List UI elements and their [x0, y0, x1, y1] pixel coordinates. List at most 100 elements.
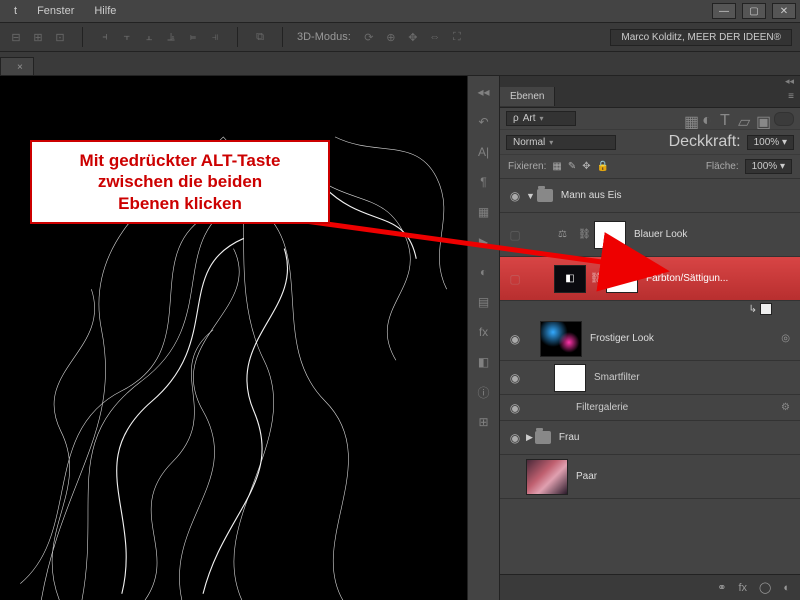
- visibility-toggle[interactable]: ◉: [504, 401, 526, 415]
- layers-panel: ◂◂ Ebenen ≡ ρArt▾ ▦ ◐ T ▱ ▣ Normal▾ Deck…: [500, 76, 800, 600]
- filter-name[interactable]: Filtergalerie: [576, 402, 628, 413]
- visibility-toggle[interactable]: ▢: [504, 228, 526, 242]
- play-icon[interactable]: ▶: [474, 232, 494, 252]
- layer-mask-thumb[interactable]: [606, 265, 638, 293]
- lock-transparency-icon[interactable]: ▦: [552, 161, 561, 172]
- layer-name[interactable]: Blauer Look: [634, 229, 687, 240]
- filter-pixel-icon[interactable]: ▦: [684, 112, 698, 126]
- window-minimize[interactable]: —: [712, 3, 736, 19]
- panel-tab-layers[interactable]: Ebenen: [500, 87, 555, 106]
- adjustment-thumb[interactable]: ◧: [554, 265, 586, 293]
- history-icon[interactable]: ↶: [474, 112, 494, 132]
- align-icon[interactable]: ⊞: [30, 29, 46, 45]
- blend-mode-select[interactable]: Normal▾: [506, 135, 616, 150]
- collapse-arrows-icon[interactable]: ◂◂: [474, 82, 494, 102]
- visibility-toggle[interactable]: ◉: [504, 371, 526, 385]
- layer-item[interactable]: Paar: [500, 455, 800, 499]
- filter-shape-icon[interactable]: ▱: [738, 112, 752, 126]
- disclosure-triangle-icon[interactable]: ▼: [526, 191, 535, 201]
- clip-arrow-icon: ↳: [749, 304, 757, 315]
- distribute-icon[interactable]: ⫟: [119, 29, 135, 45]
- 3d-icon[interactable]: ⧉: [252, 29, 268, 45]
- lock-label: Fixieren:: [508, 161, 546, 172]
- annotation-callout: Mit gedrückter ALT-Taste zwischen die be…: [30, 140, 330, 224]
- smartfilter-label: Smartfilter: [594, 372, 640, 383]
- 3d-pan-icon[interactable]: ✥: [405, 29, 421, 45]
- filter-smart-icon[interactable]: ▣: [756, 112, 770, 126]
- layer-item[interactable]: ▢ ⚖ ⛓ Blauer Look: [500, 213, 800, 257]
- distribute-icon[interactable]: ⫢: [185, 29, 201, 45]
- visibility-toggle[interactable]: ◉: [504, 431, 526, 445]
- layer-mask-thumb[interactable]: [594, 221, 626, 249]
- options-bar: ⊟ ⊞ ⊡ ⫞ ⫟ ⫠ ⫡ ⫢ ⫣ ⧉ 3D-Modus: ⟳ ⊕ ✥ ⇔ ⛶ …: [0, 22, 800, 52]
- visibility-toggle[interactable]: ▢: [504, 272, 526, 286]
- paragraph-icon[interactable]: ¶: [474, 172, 494, 192]
- layer-name[interactable]: Frostiger Look: [590, 333, 654, 344]
- filter-options-icon[interactable]: ⚙: [781, 402, 790, 413]
- layers-footer: ⚭ fx ◯ ◐: [500, 574, 800, 600]
- lock-pixels-icon[interactable]: ✎: [568, 161, 576, 172]
- layer-item-selected[interactable]: ▢ ◧ ⛓ Farbton/Sättigun...: [500, 257, 800, 301]
- fx-icon[interactable]: fx: [738, 582, 747, 594]
- fill-input[interactable]: 100% ▾: [745, 159, 792, 174]
- panel-menu-icon[interactable]: ≡: [782, 91, 800, 102]
- swatches-icon[interactable]: ▤: [474, 292, 494, 312]
- author-watermark: Marco Kolditz, MEER DER IDEEN®: [610, 29, 792, 46]
- fill-label: Fläche:: [706, 161, 739, 172]
- layer-item[interactable]: ◉ Frostiger Look ◎: [500, 317, 800, 361]
- 3d-roll-icon[interactable]: ⊕: [383, 29, 399, 45]
- filter-toggle[interactable]: [774, 112, 794, 126]
- lock-all-icon[interactable]: 🔒: [597, 161, 609, 172]
- disclosure-triangle-icon[interactable]: ▶: [526, 432, 533, 443]
- layer-thumb[interactable]: [526, 459, 568, 495]
- 3d-scale-icon[interactable]: ⛶: [449, 29, 465, 45]
- properties-icon[interactable]: ⊞: [474, 412, 494, 432]
- navigator-icon[interactable]: ▦: [474, 202, 494, 222]
- info-icon[interactable]: ⓘ: [474, 382, 494, 402]
- styles-icon[interactable]: fx: [474, 322, 494, 342]
- menu-hilfe[interactable]: Hilfe: [84, 5, 126, 17]
- link-layers-icon[interactable]: ⚭: [717, 581, 726, 594]
- filter-type-icon[interactable]: T: [720, 112, 734, 126]
- adjustments-icon[interactable]: ◧: [474, 352, 494, 372]
- 3d-rotate-icon[interactable]: ⟳: [361, 29, 377, 45]
- document-tab[interactable]: ×: [0, 57, 34, 75]
- mask-icon[interactable]: ◯: [759, 581, 771, 594]
- layer-group[interactable]: ◉ ▶ Frau: [500, 421, 800, 455]
- layer-name[interactable]: Mann aus Eis: [561, 190, 622, 201]
- clip-thumb: [760, 303, 772, 315]
- window-maximize[interactable]: ▢: [742, 3, 766, 19]
- align-icon[interactable]: ⊟: [8, 29, 24, 45]
- layer-filter-select[interactable]: ρArt▾: [506, 111, 576, 126]
- lock-position-icon[interactable]: ✥: [582, 161, 590, 172]
- folder-icon: [535, 431, 551, 444]
- align-icon[interactable]: ⊡: [52, 29, 68, 45]
- menu-fenster[interactable]: Fenster: [27, 5, 84, 17]
- color-icon[interactable]: ◐: [474, 262, 494, 282]
- adjustment-icon[interactable]: ◐: [783, 582, 790, 594]
- distribute-icon[interactable]: ⫞: [97, 29, 113, 45]
- smartfilter-row[interactable]: ◉ Smartfilter: [500, 361, 800, 395]
- align-icons: ⊟ ⊞ ⊡: [8, 29, 68, 45]
- visibility-toggle[interactable]: ◉: [504, 189, 526, 203]
- collapse-arrows-icon[interactable]: ◂◂: [785, 76, 794, 87]
- layer-name[interactable]: Frau: [559, 432, 580, 443]
- collapsed-panels-strip: ◂◂ ↶ A| ¶ ▦ ▶ ◐ ▤ fx ◧ ⓘ ⊞: [468, 76, 500, 600]
- filter-adjust-icon[interactable]: ◐: [702, 112, 716, 126]
- layer-group[interactable]: ◉ ▼ Mann aus Eis: [500, 179, 800, 213]
- layer-name[interactable]: Farbton/Sättigun...: [646, 273, 728, 284]
- visibility-toggle[interactable]: ◉: [504, 332, 526, 346]
- character-icon[interactable]: A|: [474, 142, 494, 162]
- layer-thumb[interactable]: [540, 321, 582, 357]
- distribute-icon[interactable]: ⫠: [141, 29, 157, 45]
- 3d-slide-icon[interactable]: ⇔: [427, 29, 443, 45]
- filter-mask-thumb[interactable]: [554, 364, 586, 392]
- distribute-icon[interactable]: ⫣: [207, 29, 223, 45]
- tab-close-icon[interactable]: ×: [17, 62, 23, 73]
- window-close[interactable]: ✕: [772, 3, 796, 19]
- distribute-icon[interactable]: ⫡: [163, 29, 179, 45]
- menu-t[interactable]: t: [4, 5, 27, 17]
- opacity-input[interactable]: 100% ▾: [747, 135, 794, 150]
- smartfilter-entry[interactable]: ◉ Filtergalerie ⚙: [500, 395, 800, 421]
- layer-name[interactable]: Paar: [576, 471, 597, 482]
